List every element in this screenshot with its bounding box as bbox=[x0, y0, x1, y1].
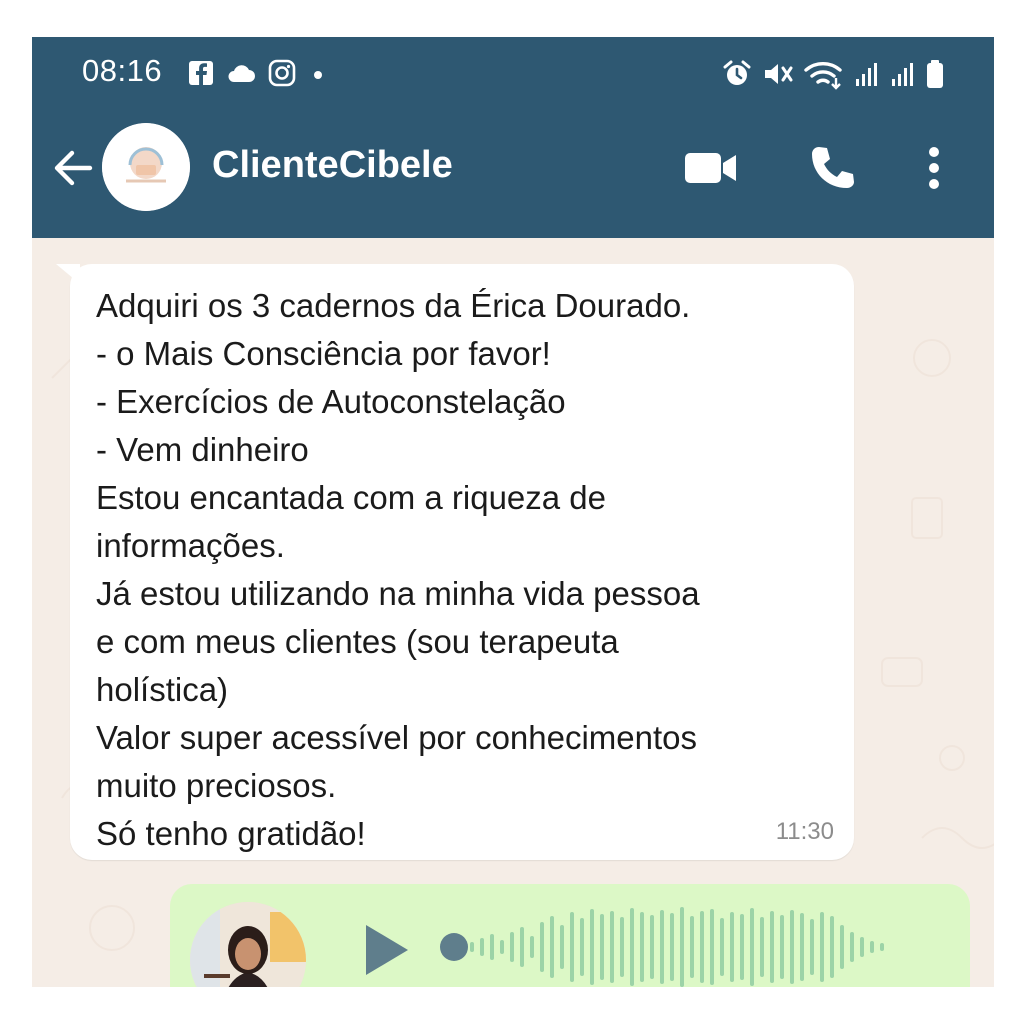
whatsapp-chat-screen: 08:16 ClienteCibele Adquiri os 3 caderno… bbox=[32, 37, 994, 987]
contact-name[interactable]: ClienteCibele bbox=[212, 144, 453, 187]
status-notification-icons bbox=[188, 59, 328, 87]
waveform-bar bbox=[880, 943, 884, 951]
waveform-bar bbox=[770, 911, 774, 983]
sender-photo bbox=[190, 902, 306, 987]
cloud-icon bbox=[228, 65, 255, 82]
message-line: Valor super acessível por conhecimentos bbox=[96, 719, 698, 756]
waveform-bar bbox=[610, 911, 614, 983]
signal-icon bbox=[892, 63, 913, 86]
outgoing-voice-message[interactable] bbox=[170, 884, 970, 987]
message-line: Adquiri os 3 cadernos da Érica Dourado. bbox=[96, 287, 691, 324]
message-line: Já estou utilizando na minha vida pessoa bbox=[96, 575, 700, 612]
waveform-bar bbox=[480, 938, 484, 956]
message-list[interactable]: Adquiri os 3 cadernos da Érica Dourado. … bbox=[32, 238, 994, 987]
waveform-bar bbox=[760, 917, 764, 977]
message-line: informações. bbox=[96, 527, 285, 564]
waveform-bar bbox=[660, 910, 664, 984]
waveform-bar bbox=[620, 917, 624, 977]
contact-avatar[interactable] bbox=[102, 123, 190, 211]
waveform-bar bbox=[740, 914, 744, 980]
waveform-bar bbox=[860, 937, 864, 957]
phone-call-icon[interactable] bbox=[807, 143, 857, 193]
waveform-bar bbox=[520, 927, 524, 967]
wifi-icon bbox=[804, 62, 842, 90]
waveform-bar bbox=[550, 916, 554, 978]
signal-icon bbox=[856, 63, 877, 86]
waveform-bar bbox=[510, 932, 514, 962]
waveform-bar bbox=[800, 913, 804, 981]
contact-avatar-logo bbox=[102, 123, 190, 211]
waveform-bar bbox=[560, 925, 564, 969]
waveform-bar bbox=[530, 936, 534, 958]
waveform-bar bbox=[830, 916, 834, 978]
seek-handle[interactable] bbox=[440, 933, 468, 961]
waveform-bar bbox=[500, 940, 504, 954]
waveform-bar bbox=[640, 912, 644, 982]
waveform-bar bbox=[720, 918, 724, 976]
waveform-bar bbox=[690, 916, 694, 978]
incoming-message-bubble[interactable]: Adquiri os 3 cadernos da Érica Dourado. … bbox=[56, 264, 856, 860]
sender-avatar bbox=[190, 902, 306, 987]
waveform-bar bbox=[870, 941, 874, 953]
waveform-bar bbox=[570, 912, 574, 982]
waveform-bar bbox=[650, 915, 654, 979]
waveform-icon[interactable] bbox=[466, 904, 926, 987]
waveform-bar bbox=[630, 908, 634, 986]
waveform-bar bbox=[780, 915, 784, 979]
message-timestamp: 11:30 bbox=[775, 818, 834, 845]
waveform-bar bbox=[810, 919, 814, 975]
message-line: Só tenho gratidão! bbox=[96, 815, 366, 852]
message-line: - Vem dinheiro bbox=[96, 431, 309, 468]
message-line: - o Mais Consciência por favor! bbox=[96, 335, 551, 372]
facebook-icon bbox=[189, 61, 213, 85]
waveform-bar bbox=[790, 910, 794, 984]
waveform-bar bbox=[710, 909, 714, 985]
waveform-bar bbox=[490, 934, 494, 960]
waveform-bar bbox=[750, 908, 754, 986]
bubble-tail bbox=[56, 264, 80, 284]
waveform-bar bbox=[600, 914, 604, 980]
waveform-bar bbox=[850, 932, 854, 962]
battery-icon bbox=[927, 60, 943, 88]
mute-icon bbox=[765, 64, 793, 84]
alarm-icon bbox=[723, 60, 751, 85]
waveform-bar bbox=[590, 909, 594, 985]
waveform-bar bbox=[700, 911, 704, 983]
back-arrow-icon[interactable] bbox=[50, 145, 96, 191]
status-time: 08:16 bbox=[82, 53, 163, 88]
video-call-icon[interactable] bbox=[684, 147, 740, 187]
waveform-bar bbox=[470, 942, 474, 952]
waveform-bar bbox=[540, 922, 544, 972]
chat-header: 08:16 ClienteCibele bbox=[32, 37, 994, 238]
status-system-icons bbox=[722, 58, 944, 90]
message-line: holística) bbox=[96, 671, 229, 708]
instagram-icon bbox=[268, 59, 296, 87]
waveform-bar bbox=[580, 918, 584, 976]
waveform-bar bbox=[670, 913, 674, 981]
play-icon[interactable] bbox=[362, 922, 412, 978]
dot-icon bbox=[314, 71, 322, 79]
waveform-bar bbox=[680, 907, 684, 987]
message-line: e com meus clientes (sou terapeuta bbox=[96, 623, 619, 660]
waveform-bar bbox=[730, 912, 734, 982]
waveform-bar bbox=[820, 912, 824, 982]
message-line: - Exercícios de Autoconstelação bbox=[96, 383, 566, 420]
waveform-bar bbox=[840, 925, 844, 969]
more-options-icon[interactable] bbox=[924, 143, 944, 193]
message-text: Adquiri os 3 cadernos da Érica Dourado. … bbox=[96, 282, 856, 858]
message-line: muito preciosos. bbox=[96, 767, 337, 804]
message-line: Estou encantada com a riqueza de bbox=[96, 479, 607, 516]
